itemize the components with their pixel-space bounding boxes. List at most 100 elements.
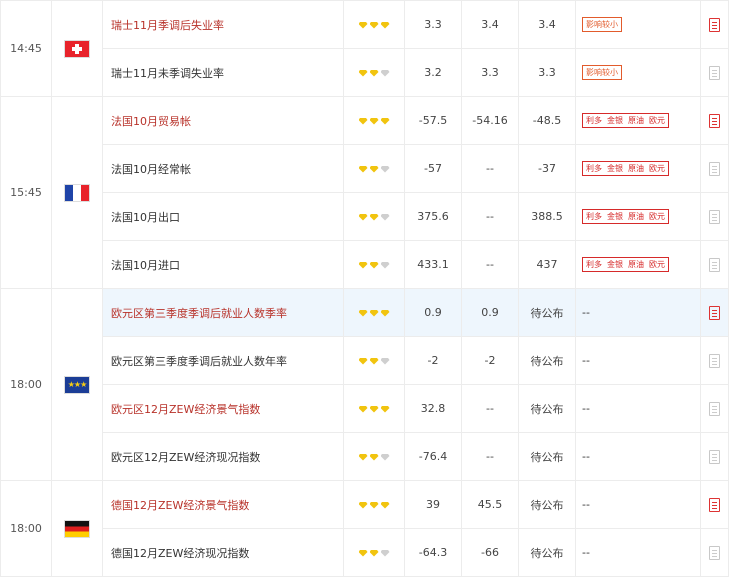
star-icon — [369, 69, 379, 77]
star-icon — [369, 21, 379, 29]
previous-value: -2 — [404, 336, 462, 385]
event-name[interactable]: 瑞士11月季调后失业率 — [102, 0, 344, 49]
star-icon — [358, 213, 368, 221]
table-row[interactable]: 18:00 ★★★ 欧元区第三季度季调后就业人数季率 0.9 0.9 待公布 -- — [0, 288, 729, 481]
germany-flag-icon — [64, 519, 90, 538]
star-icon — [380, 261, 390, 269]
impact-cell: 利多 金银 原油 欧元 — [575, 240, 701, 289]
impact-cell: 利多 金银 原油 欧元 — [575, 144, 701, 193]
impact-cell: -- — [575, 528, 701, 577]
event-name[interactable]: 德国12月ZEW经济景气指数 — [102, 480, 344, 529]
table-row[interactable]: 欧元区12月ZEW经济现况指数 -76.4 -- 待公布 -- — [1, 432, 729, 481]
actual-value: 待公布 — [518, 288, 576, 337]
report-doc-icon[interactable] — [709, 401, 720, 416]
table-row[interactable]: 欧元区第三季度季调后就业人数年率 -2 -2 待公布 -- — [1, 336, 729, 385]
event-name[interactable]: 瑞士11月未季调失业率 — [102, 48, 344, 97]
report-doc-icon[interactable] — [709, 353, 720, 368]
previous-value: 433.1 — [404, 240, 462, 289]
report-cell — [700, 480, 729, 529]
impact-cell: -- — [575, 288, 701, 337]
impact-cell: 利多 金银 原油 欧元 — [575, 96, 701, 145]
event-name[interactable]: 法国10月出口 — [102, 192, 344, 241]
impact-cell: -- — [575, 432, 701, 481]
impact-tag: 影响较小 — [582, 65, 622, 80]
actual-value: 388.5 — [518, 192, 576, 241]
table-row[interactable]: 法国10月出口 375.6 -- 388.5 利多 金银 原油 欧元 — [1, 192, 729, 241]
event-name[interactable]: 法国10月经常帐 — [102, 144, 344, 193]
report-doc-icon[interactable] — [709, 17, 720, 32]
forecast-value: -- — [461, 240, 519, 289]
report-doc-icon[interactable] — [709, 257, 720, 272]
event-name[interactable]: 欧元区第三季度季调后就业人数年率 — [102, 336, 344, 385]
previous-value: -64.3 — [404, 528, 462, 577]
impact-tag-item: 利多 — [586, 164, 602, 173]
impact-cell: -- — [575, 480, 701, 529]
previous-value: 32.8 — [404, 384, 462, 433]
previous-value: 3.2 — [404, 48, 462, 97]
table-row[interactable]: 欧元区12月ZEW经济景气指数 32.8 -- 待公布 -- — [1, 384, 729, 433]
table-row[interactable]: 法国10月经常帐 -57 -- -37 利多 金银 原油 欧元 — [1, 144, 729, 193]
table-row[interactable]: 德国12月ZEW经济现况指数 -64.3 -66 待公布 -- — [1, 528, 729, 577]
importance-stars — [343, 192, 405, 241]
forecast-value: 3.3 — [461, 48, 519, 97]
event-name[interactable]: 欧元区12月ZEW经济景气指数 — [102, 384, 344, 433]
table-row[interactable]: 14:45 瑞士11月季调后失业率 3.3 3.4 3.4 影响较小 — [0, 0, 729, 97]
calendar-body: 14:45 瑞士11月季调后失业率 3.3 3.4 3.4 影响较小 瑞士11月未季调失业率… — [0, 0, 729, 577]
star-icon — [358, 549, 368, 557]
report-doc-icon[interactable] — [709, 497, 720, 512]
event-name[interactable]: 欧元区第三季度季调后就业人数季率 — [102, 288, 344, 337]
star-icon — [369, 117, 379, 125]
report-doc-icon[interactable] — [709, 113, 720, 128]
impact-tag-item: 欧元 — [649, 164, 665, 173]
previous-value: -57.5 — [404, 96, 462, 145]
forecast-value: -2 — [461, 336, 519, 385]
impact-tag-item: 利多 — [586, 212, 602, 221]
importance-stars — [343, 432, 405, 481]
report-doc-icon[interactable] — [709, 305, 720, 320]
event-name[interactable]: 法国10月进口 — [102, 240, 344, 289]
event-time: 18:00 — [0, 288, 52, 481]
table-row[interactable]: 15:45 法国10月贸易帐 -57.5 -54.16 -48.5 利多 金银 原油 欧元 — [0, 96, 729, 289]
economic-calendar-table: 14:45 瑞士11月季调后失业率 3.3 3.4 3.4 影响较小 瑞士11月未季调失业率… — [0, 0, 729, 577]
forecast-value: -- — [461, 384, 519, 433]
report-doc-icon[interactable] — [709, 209, 720, 224]
event-name[interactable]: 欧元区12月ZEW经济现况指数 — [102, 432, 344, 481]
country-flag-cell: ★★★ — [51, 288, 103, 481]
report-cell — [700, 432, 729, 481]
star-icon — [380, 21, 390, 29]
actual-value: 待公布 — [518, 432, 576, 481]
importance-stars — [343, 0, 405, 49]
star-icon — [380, 501, 390, 509]
forecast-value: -- — [461, 192, 519, 241]
forecast-value: 3.4 — [461, 0, 519, 49]
forecast-value: 0.9 — [461, 288, 519, 337]
event-name[interactable]: 德国12月ZEW经济现况指数 — [102, 528, 344, 577]
report-doc-icon[interactable] — [709, 545, 720, 560]
impact-tag-item: 原油 — [628, 260, 644, 269]
star-icon — [369, 501, 379, 509]
table-row[interactable]: 18:00 德国12月ZEW经济景气指数 39 45.5 待公布 -- — [0, 480, 729, 577]
impact-none: -- — [582, 354, 590, 367]
event-name[interactable]: 法国10月贸易帐 — [102, 96, 344, 145]
report-cell — [700, 336, 729, 385]
impact-tag-item: 利多 — [586, 116, 602, 125]
table-row[interactable]: 瑞士11月未季调失业率 3.2 3.3 3.3 影响较小 — [1, 48, 729, 97]
impact-none: -- — [582, 306, 590, 319]
actual-value: 437 — [518, 240, 576, 289]
impact-none: -- — [582, 498, 590, 511]
report-cell — [700, 96, 729, 145]
star-icon — [380, 117, 390, 125]
impact-none: -- — [582, 450, 590, 463]
star-icon — [358, 21, 368, 29]
report-doc-icon[interactable] — [709, 65, 720, 80]
report-doc-icon[interactable] — [709, 161, 720, 176]
forecast-value: 45.5 — [461, 480, 519, 529]
previous-value: 39 — [404, 480, 462, 529]
star-icon — [380, 165, 390, 173]
table-row[interactable]: 法国10月进口 433.1 -- 437 利多 金银 原油 欧元 — [1, 240, 729, 289]
report-doc-icon[interactable] — [709, 449, 720, 464]
star-icon — [380, 405, 390, 413]
impact-tag: 利多 金银 原油 欧元 — [582, 209, 669, 224]
actual-value: 待公布 — [518, 336, 576, 385]
impact-tag: 利多 金银 原油 欧元 — [582, 113, 669, 128]
